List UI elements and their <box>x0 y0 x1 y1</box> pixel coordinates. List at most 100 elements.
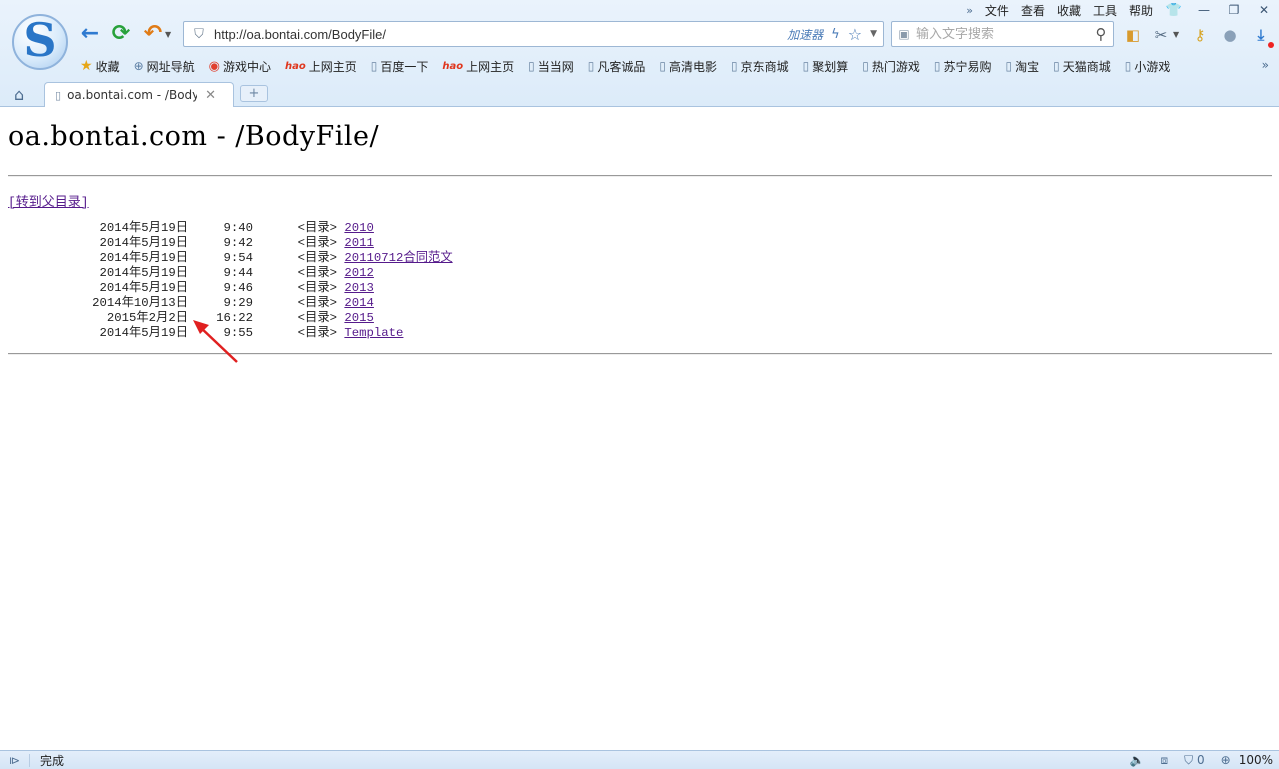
list-item: 2014年5月19日 9:44 <目录> 2012 <box>8 266 453 281</box>
bookmark-url-nav[interactable]: ⊕ 网址导航 <box>134 58 195 75</box>
search-icon[interactable]: ⚲ <box>1089 25 1113 43</box>
lightning-icon[interactable]: ϟ <box>831 27 840 42</box>
entry-link[interactable]: 2011 <box>344 236 374 251</box>
scissors-icon[interactable]: ✂ <box>1150 24 1172 46</box>
bookmark-jd[interactable]: ▯ 京东商城 <box>731 58 789 75</box>
scissors-dropdown-icon[interactable]: ▼ <box>1173 30 1179 39</box>
entry-type: <目录> <box>297 296 337 310</box>
entry-link[interactable]: 2014 <box>344 296 374 311</box>
refresh-icon[interactable]: ⟳ <box>109 22 133 46</box>
entry-date: 2014年5月19日 <box>99 266 188 280</box>
notification-dot <box>1268 42 1274 48</box>
page-icon: ▯ <box>1124 59 1132 73</box>
speaker-icon[interactable]: 🔈 <box>1130 753 1145 767</box>
undo-icon[interactable]: ↶ <box>141 22 165 46</box>
accelerator-label[interactable]: 加速器 <box>787 26 823 43</box>
entry-type: <目录> <box>297 236 337 250</box>
menu-tools[interactable]: 工具 <box>1093 2 1117 19</box>
menu-file[interactable]: 文件 <box>985 2 1009 19</box>
parent-directory-link[interactable]: [转到父目录] <box>8 191 89 210</box>
key-icon[interactable]: ⚷ <box>1189 24 1211 46</box>
search-box[interactable]: ▣ ⚲ <box>891 21 1114 47</box>
page-icon: ▯ <box>55 88 62 102</box>
bookmark-taobao[interactable]: ▯ 淘宝 <box>1006 58 1040 75</box>
menu-bar: » 文件 查看 收藏 工具 帮助 👕 — ❐ ✕ <box>966 0 1279 20</box>
entry-link[interactable]: 2010 <box>344 221 374 236</box>
bookmark-hao-home-1[interactable]: hao 上网主页 <box>285 58 357 75</box>
entry-link[interactable]: 2012 <box>344 266 374 281</box>
list-item: 2014年10月13日 9:29 <目录> 2014 <box>8 296 453 311</box>
zoom-level[interactable]: 100% <box>1239 753 1273 767</box>
bookmark-dangdang[interactable]: ▯ 当当网 <box>528 58 574 75</box>
tab-bodyfile[interactable]: ▯ oa.bontai.com - /BodyFile/ ✕ <box>44 82 234 107</box>
entry-link[interactable]: 2015 <box>344 311 374 326</box>
skin-shirt-icon[interactable]: 👕 <box>1159 3 1189 18</box>
home-icon[interactable]: ⌂ <box>14 85 24 104</box>
entry-link[interactable]: Template <box>344 326 403 341</box>
menu-favorites[interactable]: 收藏 <box>1057 2 1081 19</box>
tab-title: oa.bontai.com - /BodyFile/ <box>67 88 198 102</box>
status-text: 完成 <box>40 753 65 768</box>
ad-block-icon[interactable]: ⛉ 0 <box>1184 753 1204 768</box>
bookmark-suning[interactable]: ▯ 苏宁易购 <box>934 58 992 75</box>
address-url[interactable]: http://oa.bontai.com/BodyFile/ <box>210 27 787 42</box>
browser-chrome: » 文件 查看 收藏 工具 帮助 👕 — ❐ ✕ S ← ⟳ ↶ ▼ ⛉ htt… <box>0 0 1279 107</box>
bookmark-hao-home-2[interactable]: hao 上网主页 <box>442 58 514 75</box>
bookmark-favorites[interactable]: ★ 收藏 <box>80 58 120 75</box>
entry-type: <目录> <box>297 266 337 280</box>
entry-time: 9:42 <box>223 236 253 250</box>
bookmark-hot-games[interactable]: ▯ 热门游戏 <box>862 58 920 75</box>
bookmark-baidu[interactable]: ▯ 百度一下 <box>371 58 429 75</box>
bookmark-tmall[interactable]: ▯ 天猫商城 <box>1053 58 1111 75</box>
undo-dropdown-icon[interactable]: ▼ <box>165 30 171 39</box>
entry-date: 2014年5月19日 <box>99 281 188 295</box>
search-engine-icon[interactable]: ▣ <box>892 27 916 41</box>
bookmark-vancl[interactable]: ▯ 凡客诚品 <box>588 58 646 75</box>
ad-block-count: 0 <box>1196 752 1205 767</box>
page-icon: ▯ <box>862 59 869 73</box>
search-input[interactable] <box>916 26 1089 42</box>
address-bar[interactable]: ⛉ http://oa.bontai.com/BodyFile/ 加速器 ϟ ☆… <box>183 21 884 47</box>
entry-date: 2014年10月13日 <box>92 296 188 310</box>
page-icon: ▯ <box>1053 59 1060 73</box>
entry-link[interactable]: 2013 <box>344 281 374 296</box>
entry-date: 2015年2月2日 <box>106 311 188 325</box>
menu-more-icon[interactable]: » <box>966 4 973 17</box>
chat-bubble-icon[interactable]: ● <box>1219 24 1241 46</box>
close-window-button[interactable]: ✕ <box>1249 3 1279 17</box>
bookmark-juhuasuan[interactable]: ▯ 聚划算 <box>803 58 849 75</box>
entry-type: <目录> <box>297 326 337 340</box>
entry-time: 9:29 <box>223 296 253 310</box>
bookmark-mini-games[interactable]: ▯ 小游戏 <box>1125 58 1171 75</box>
bookmark-hd-movies[interactable]: ▯ 高清电影 <box>659 58 717 75</box>
bookmarks-more-icon[interactable]: » <box>1262 58 1269 72</box>
list-item: 2014年5月19日 9:42 <目录> 2011 <box>8 236 453 251</box>
entry-link[interactable]: 20110712合同范文 <box>344 251 452 266</box>
hao-icon: hao <box>285 60 306 72</box>
list-item: 2014年5月19日 9:40 <目录> 2010 <box>8 221 453 236</box>
back-arrow-icon[interactable]: ← <box>78 22 102 46</box>
sidebar-toggle-icon[interactable]: ⧐ <box>0 753 30 767</box>
menu-view[interactable]: 查看 <box>1021 2 1045 19</box>
page-icon: ▯ <box>1005 59 1013 73</box>
menu-help[interactable]: 帮助 <box>1129 2 1153 19</box>
page-content: oa.bontai.com - /BodyFile/ [转到父目录] 2014年… <box>8 107 1272 363</box>
new-tab-button[interactable]: + <box>240 85 268 102</box>
address-dropdown-icon[interactable]: ▼ <box>870 29 877 39</box>
entry-date: 2014年5月19日 <box>99 251 188 265</box>
close-tab-icon[interactable]: ✕ <box>205 88 216 103</box>
status-bar: ⧐ 完成 🔈 ⧈ ⛉ 0 ⊕ 100% <box>0 750 1279 769</box>
page-icon: ▯ <box>933 59 941 73</box>
list-item: 2014年5月19日 9:46 <目录> 2013 <box>8 281 453 296</box>
page-icon: ▯ <box>802 59 810 73</box>
zoom-icon[interactable]: ⊕ <box>1221 753 1231 767</box>
entry-time: 9:54 <box>223 251 253 265</box>
bookmark-game-center[interactable]: ◉ 游戏中心 <box>209 58 271 75</box>
toolbox-icon[interactable]: ⧈ <box>1161 753 1169 768</box>
restore-button[interactable]: ❐ <box>1219 3 1249 17</box>
browser-logo[interactable]: S <box>12 14 68 70</box>
favorite-star-icon[interactable]: ☆ <box>848 25 862 44</box>
plugin-icon[interactable]: ◧ <box>1122 24 1144 46</box>
minimize-button[interactable]: — <box>1189 3 1219 17</box>
entry-type: <目录> <box>297 311 337 325</box>
